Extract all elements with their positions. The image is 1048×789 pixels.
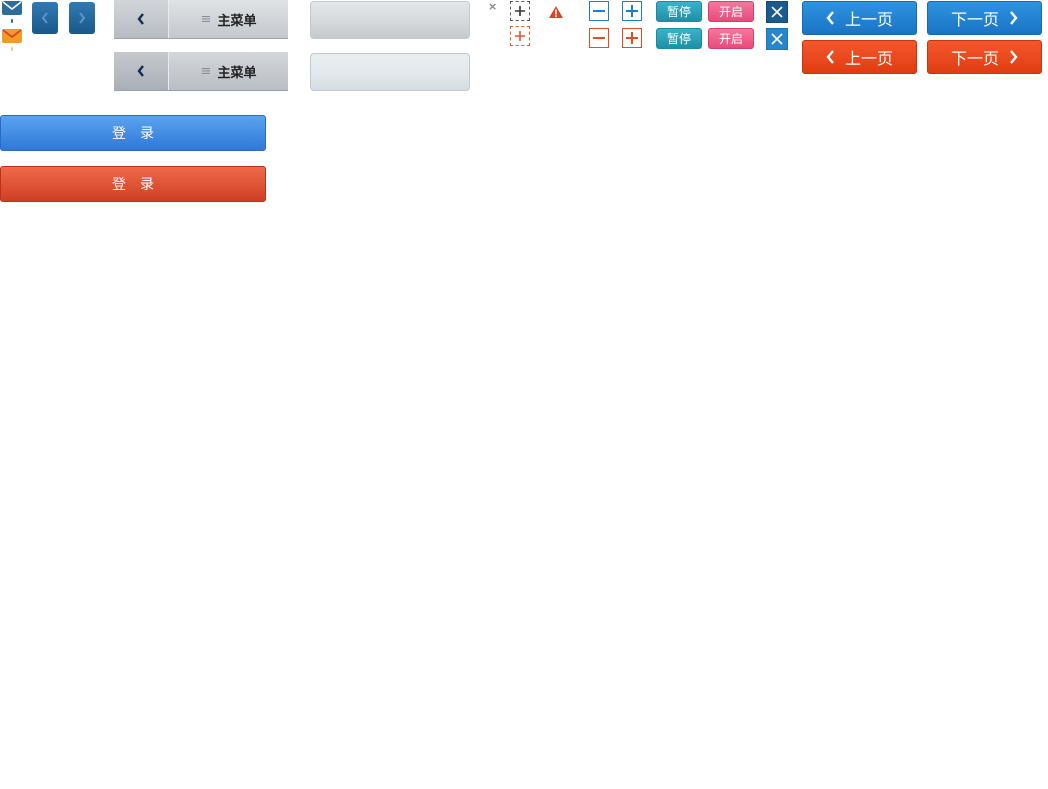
menu-bar: ≡ 主菜单 [114,0,288,39]
menu-lines-icon: ≡ [200,63,212,79]
login-label: 登录 [112,126,168,142]
prev-button[interactable] [32,2,58,34]
chevron-left-icon [826,50,834,64]
increment-button[interactable] [622,1,642,21]
increment-button[interactable] [622,28,642,48]
next-page-button[interactable]: 下一页 [927,40,1042,74]
mail-icon [2,1,22,15]
add-button[interactable] [510,26,530,46]
login-label: 登录 [112,177,168,193]
input-bar[interactable] [310,53,470,91]
chevron-left-icon [826,11,834,25]
start-button[interactable]: 开启 [708,28,754,49]
start-button[interactable]: 开启 [708,1,754,22]
chevron-right-icon [1010,11,1018,25]
main-menu-button[interactable]: ≡ 主菜单 [169,52,288,90]
input-bar[interactable] [310,1,470,39]
main-menu-label: 主菜单 [217,13,257,29]
close-icon[interactable]: × [488,0,497,13]
close-button[interactable] [766,1,788,23]
chevron-left-icon [137,65,144,77]
minus-icon [593,37,605,39]
plus-icon [626,5,638,17]
next-button[interactable] [69,2,95,34]
next-page-label: 下一页 [950,49,999,68]
indicator-dot [11,47,13,51]
minus-icon [593,10,605,12]
plus-icon [515,31,525,41]
prev-page-label: 上一页 [844,10,893,29]
menu-bar: ≡ 主菜单 [114,52,288,91]
close-button[interactable] [766,28,788,50]
main-menu-button[interactable]: ≡ 主菜单 [169,0,288,38]
prev-page-label: 上一页 [844,49,893,68]
back-button[interactable] [114,52,169,90]
next-page-button[interactable]: 下一页 [927,1,1042,35]
mail-icon [2,29,22,43]
plus-icon [515,6,525,16]
login-button[interactable]: 登录 [0,166,266,202]
indicator-dot [11,19,13,23]
close-icon [771,33,783,45]
chevron-right-icon [79,12,86,24]
add-button[interactable] [510,1,530,21]
decrement-button[interactable] [589,28,609,48]
main-menu-label: 主菜单 [217,65,257,81]
pause-button[interactable]: 暂停 [656,28,702,49]
chevron-left-icon [137,13,144,25]
menu-lines-icon: ≡ [200,11,212,27]
next-page-label: 下一页 [950,10,999,29]
back-button[interactable] [114,0,169,38]
chevron-right-icon [1010,50,1018,64]
close-icon [771,6,783,18]
login-button[interactable]: 登录 [0,115,266,151]
pause-button[interactable]: 暂停 [656,1,702,22]
prev-page-button[interactable]: 上一页 [802,40,917,74]
warning-icon [549,3,563,22]
prev-page-button[interactable]: 上一页 [802,1,917,35]
decrement-button[interactable] [589,1,609,21]
plus-icon [626,32,638,44]
chevron-left-icon [41,12,48,24]
